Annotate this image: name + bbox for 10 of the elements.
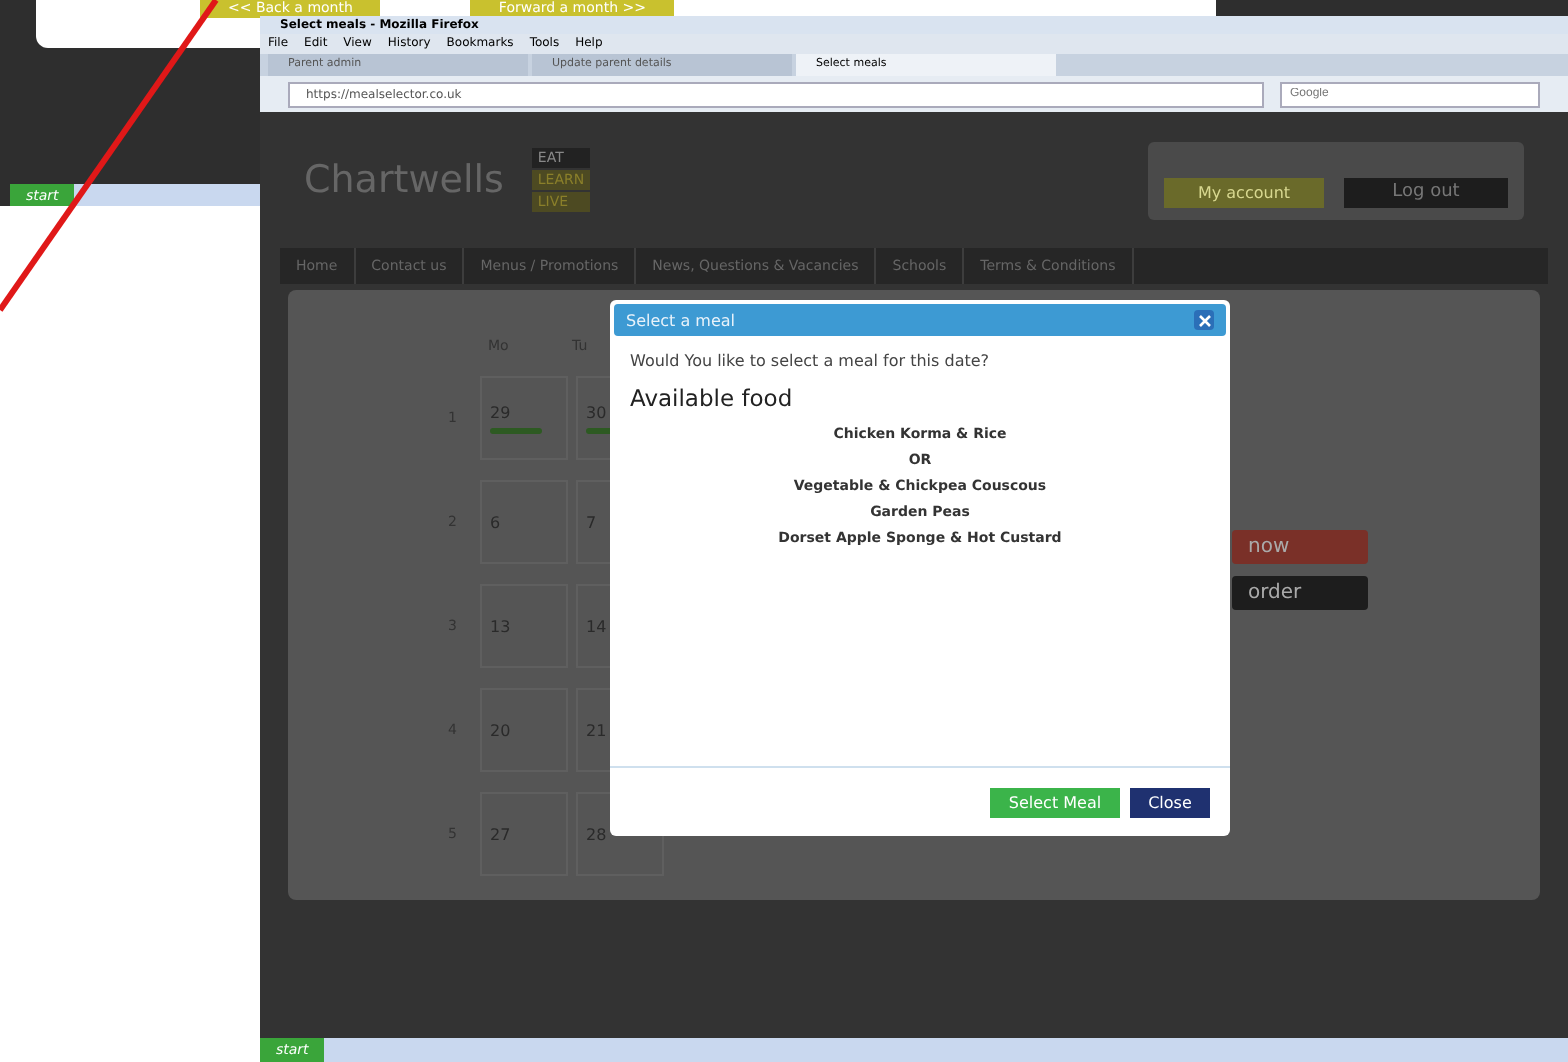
close-button[interactable]: [1194, 310, 1214, 330]
logout-button[interactable]: Log out: [1344, 177, 1508, 207]
dialog-title: Select a meal: [626, 311, 736, 329]
dialog-button[interactable]: Select Meal: [990, 787, 1120, 817]
dialog-question: Would You like to select a meal for this date?: [630, 352, 990, 370]
account-button[interactable]: My account: [1164, 177, 1324, 207]
side-button[interactable]: order: [1232, 576, 1368, 610]
dialog-button[interactable]: Close: [1130, 787, 1210, 817]
side-button[interactable]: now: [1232, 530, 1368, 564]
dialog-heading: Available food: [630, 384, 793, 412]
